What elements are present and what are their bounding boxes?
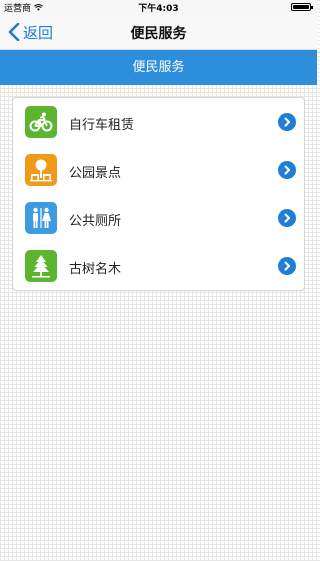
tree-icon [25, 250, 57, 282]
status-time: 下午4:03 [138, 4, 179, 14]
battery-icon [291, 3, 313, 11]
chevron-right-icon[interactable] [278, 257, 296, 275]
service-item-park-attractions[interactable]: 公园景点 [13, 146, 304, 194]
service-list: 自行车租赁 公园景点 公共厕所 古树名木 [12, 97, 305, 291]
restroom-icon [25, 202, 57, 234]
service-label: 自行车租赁 [69, 118, 135, 133]
page-title: 便民服务 [130, 26, 187, 42]
service-item-ancient-trees[interactable]: 古树名木 [13, 242, 304, 290]
service-item-public-restroom[interactable]: 公共厕所 [13, 194, 304, 242]
service-label: 公共厕所 [69, 214, 122, 229]
status-bar: 运营商 下午4:03 [0, 0, 317, 14]
service-item-bicycle-rental[interactable]: 自行车租赁 [13, 98, 304, 146]
navigation-bar: 返回 便民服务 [0, 14, 317, 50]
chevron-right-icon[interactable] [278, 161, 296, 179]
bicycle-icon [25, 106, 57, 138]
service-label: 古树名木 [69, 262, 122, 277]
chevron-right-icon[interactable] [278, 209, 296, 227]
chevron-right-icon[interactable] [278, 113, 296, 131]
service-label: 公园景点 [69, 166, 122, 181]
section-header: 便民服务 [0, 50, 317, 85]
park-bench-icon [25, 154, 57, 186]
